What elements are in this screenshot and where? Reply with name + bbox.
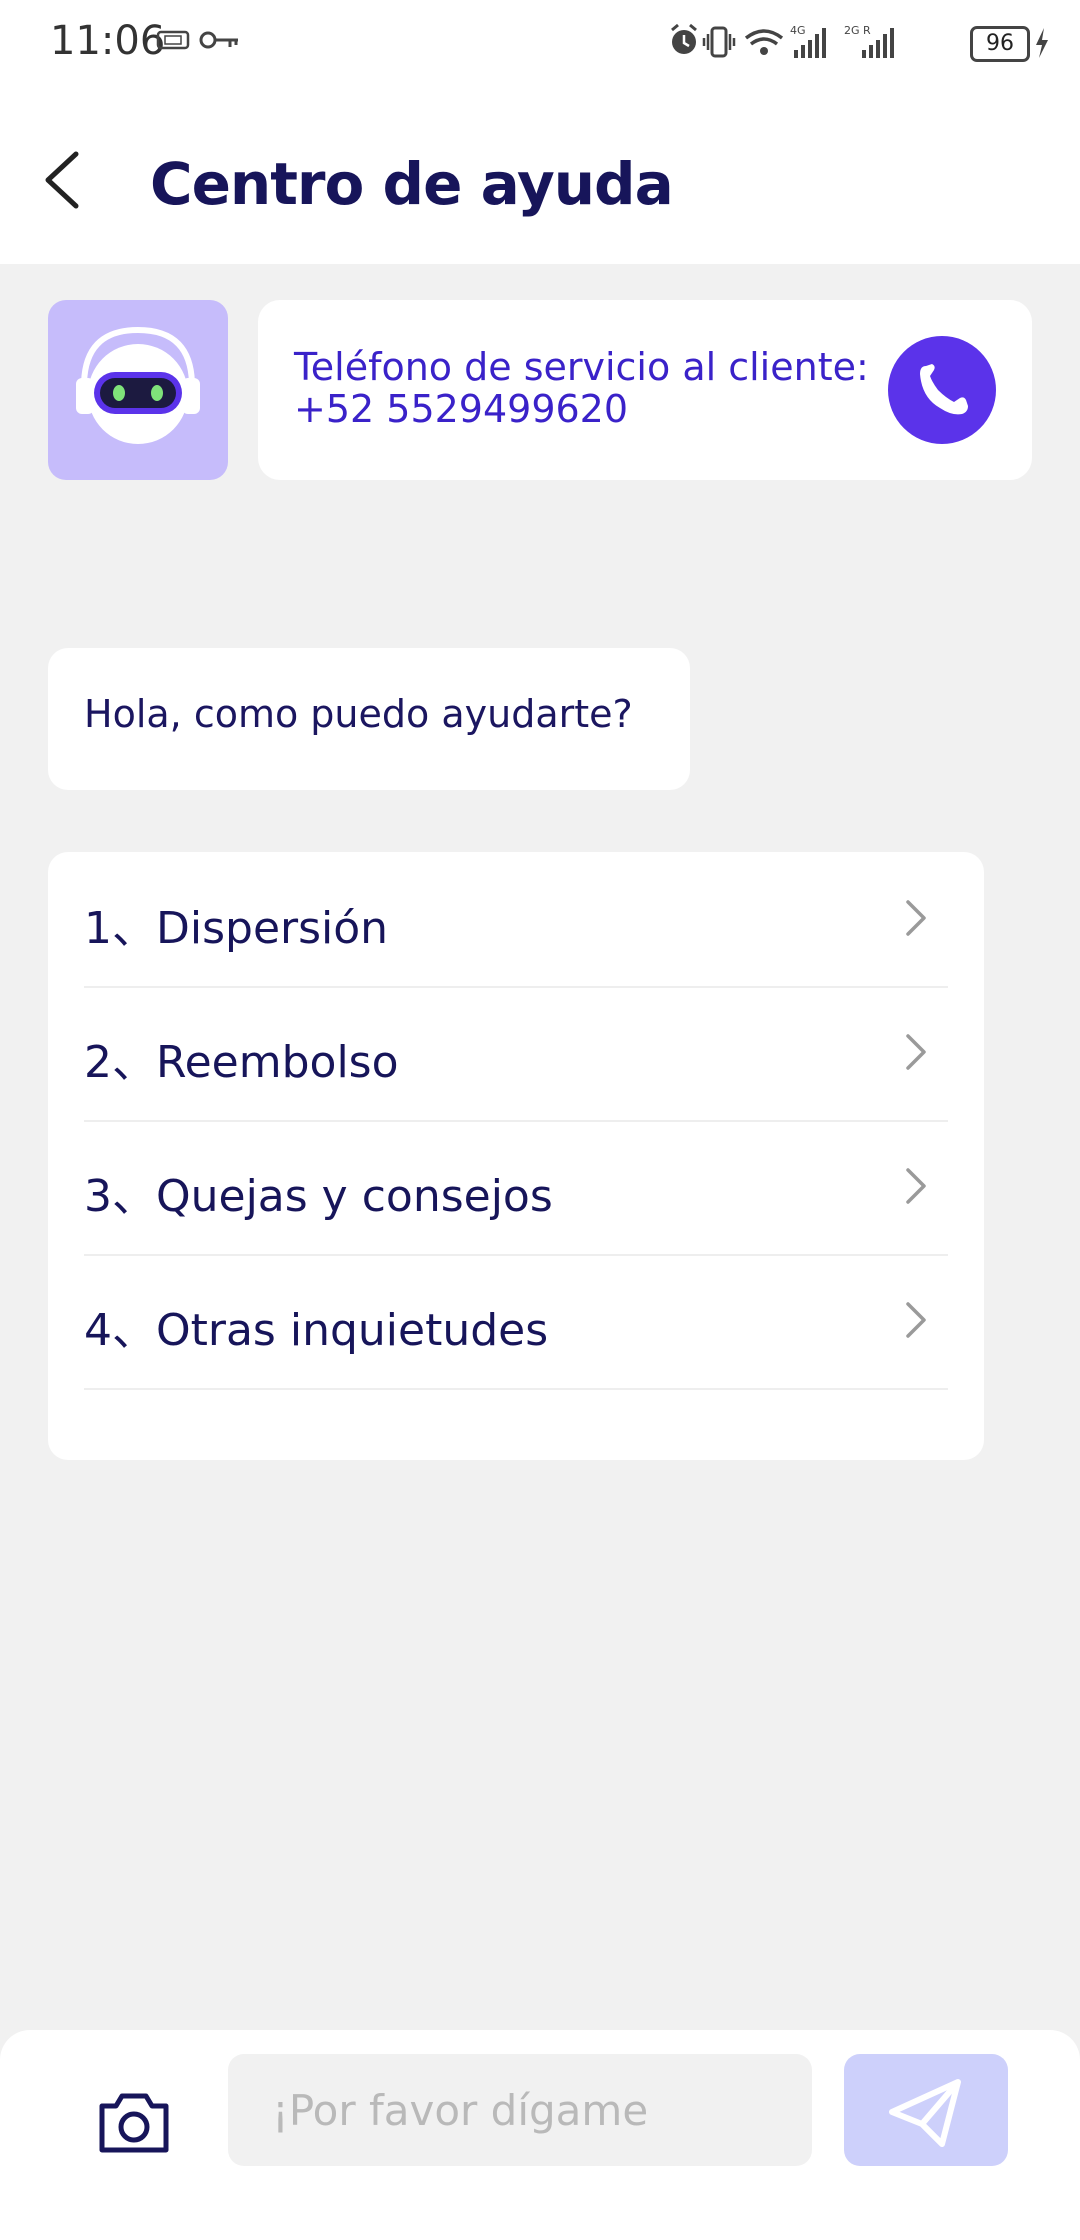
svg-text:4G: 4G bbox=[790, 24, 806, 37]
send-button[interactable] bbox=[844, 2054, 1008, 2166]
customer-service-label: Teléfono de servicio al cliente: bbox=[294, 345, 869, 389]
robot-avatar bbox=[48, 300, 228, 480]
greeting-message: Hola, como puedo ayudarte? bbox=[84, 692, 633, 736]
option-quejas[interactable]: 3、Quejas y consejos bbox=[84, 1120, 948, 1256]
status-left-icons bbox=[156, 24, 246, 62]
camera-button[interactable] bbox=[96, 2090, 172, 2156]
signal-icon-1: 4G bbox=[790, 24, 826, 58]
chevron-left-icon bbox=[45, 151, 79, 209]
header: Centro de ayuda bbox=[0, 84, 1080, 264]
option-label: 4、Otras inquietudes bbox=[84, 1305, 549, 1356]
customer-service-info: Teléfono de servicio al cliente: +52 552… bbox=[294, 346, 884, 430]
chevron-right-icon bbox=[906, 900, 926, 936]
charging-icon bbox=[1036, 28, 1048, 58]
customer-service-phone[interactable]: +52 5529499620 bbox=[294, 388, 884, 430]
robot-icon bbox=[76, 326, 200, 444]
call-button[interactable] bbox=[888, 336, 996, 444]
option-dispersion[interactable]: 1、Dispersión bbox=[84, 852, 948, 988]
option-label: 2、Reembolso bbox=[84, 1037, 399, 1088]
customer-service-card: Teléfono de servicio al cliente: +52 552… bbox=[258, 300, 1032, 480]
option-label: 1、Dispersión bbox=[84, 903, 389, 954]
option-label: 3、Quejas y consejos bbox=[84, 1171, 553, 1222]
message-input[interactable] bbox=[228, 2054, 812, 2166]
chevron-right-icon bbox=[906, 1168, 926, 1204]
send-icon bbox=[889, 2079, 961, 2147]
status-bar: 11:06 4G 2G R 96 bbox=[0, 0, 1080, 84]
vibrate-icon bbox=[702, 26, 736, 58]
options-card: 1、Dispersión 2、Reembolso 3、Quejas y cons… bbox=[48, 852, 984, 1460]
message-composer bbox=[0, 2030, 1080, 2240]
chevron-right-icon bbox=[906, 1302, 926, 1338]
key-icon bbox=[199, 31, 238, 49]
alarm-icon bbox=[671, 23, 697, 54]
option-reembolso[interactable]: 2、Reembolso bbox=[84, 986, 948, 1122]
signal-icon-2: 2G R bbox=[844, 24, 894, 58]
status-time: 11:06 bbox=[50, 18, 166, 64]
option-otras[interactable]: 4、Otras inquietudes bbox=[84, 1254, 948, 1390]
camera-icon bbox=[99, 2093, 169, 2153]
back-button[interactable] bbox=[40, 150, 90, 210]
chat-bubble: Hola, como puedo ayudarte? bbox=[48, 648, 690, 790]
battery-indicator: 96 bbox=[970, 26, 1030, 62]
phone-icon bbox=[920, 364, 968, 415]
sim-icon bbox=[156, 30, 190, 50]
page-title: Centro de ayuda bbox=[150, 150, 674, 218]
svg-text:2G R: 2G R bbox=[844, 24, 871, 37]
wifi-icon bbox=[744, 29, 784, 55]
chevron-right-icon bbox=[906, 1034, 926, 1070]
